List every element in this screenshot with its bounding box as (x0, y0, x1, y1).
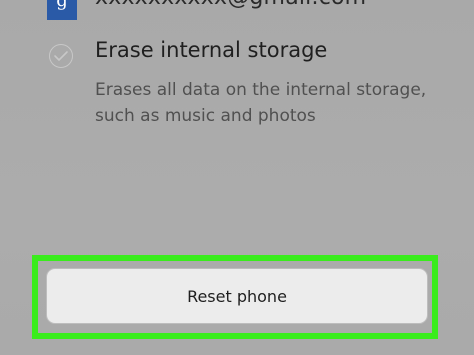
settings-screen: g xxxxxxxxxx@gmail.com Erase internal st… (0, 0, 474, 355)
account-email: xxxxxxxxxx@gmail.com (95, 0, 366, 10)
erase-storage-description: Erases all data on the internal storage,… (95, 80, 427, 126)
erase-storage-checkbox[interactable] (49, 44, 73, 68)
account-row: g xxxxxxxxxx@gmail.com (0, 0, 474, 22)
erase-storage-title: Erase internal storage (95, 38, 328, 62)
checkmark-icon (54, 51, 68, 61)
reset-phone-button[interactable]: Reset phone (46, 268, 428, 324)
google-account-icon: g (47, 0, 77, 20)
